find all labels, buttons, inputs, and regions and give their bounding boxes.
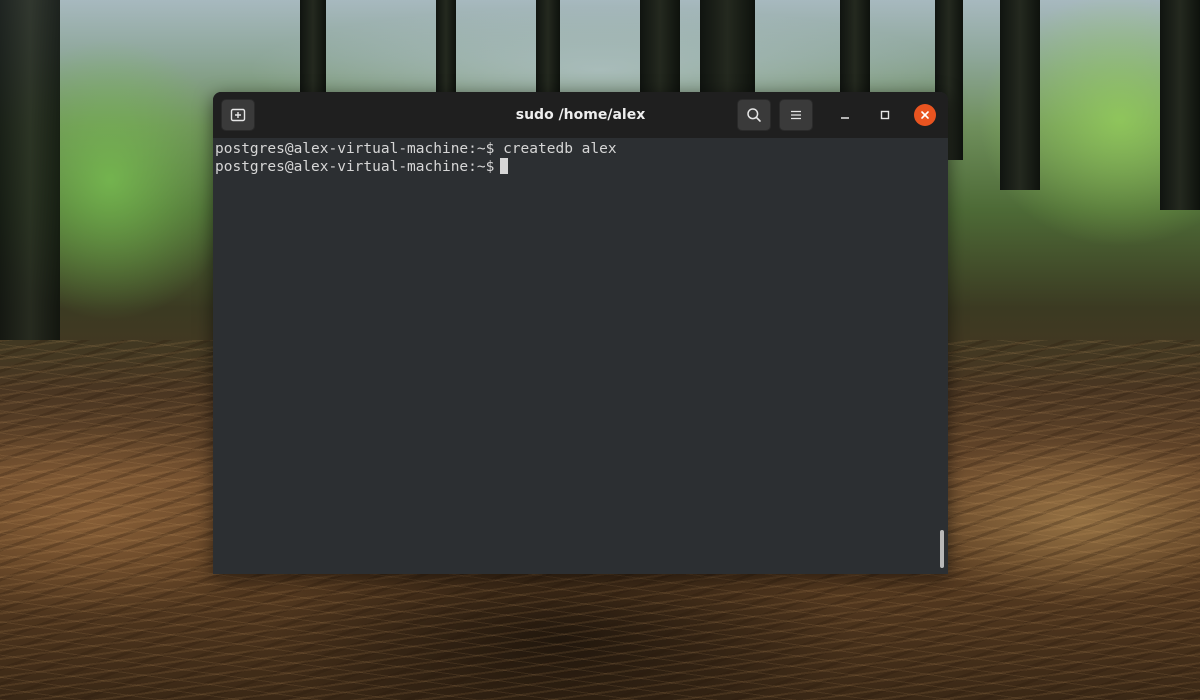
scrollbar-thumb[interactable] bbox=[940, 530, 944, 568]
shell-command: createdb alex bbox=[503, 141, 617, 157]
headerbar[interactable]: sudo /home/alex bbox=[213, 92, 948, 138]
maximize-button[interactable] bbox=[874, 104, 896, 126]
tree-trunk bbox=[300, 0, 326, 95]
tree-trunk bbox=[1160, 0, 1200, 210]
tree-trunk bbox=[0, 0, 60, 340]
tree-trunk bbox=[1000, 0, 1040, 190]
terminal-output[interactable]: postgres@alex-virtual-machine:~$ created… bbox=[213, 138, 948, 574]
tree-trunk bbox=[840, 0, 870, 95]
terminal-line: postgres@alex-virtual-machine:~$ created… bbox=[215, 140, 946, 158]
tree-trunk bbox=[436, 0, 456, 95]
shell-prompt: postgres@alex-virtual-machine:~$ bbox=[215, 159, 495, 175]
maximize-icon bbox=[879, 106, 891, 125]
hamburger-menu-icon bbox=[789, 108, 803, 122]
text-cursor bbox=[500, 158, 509, 174]
search-button[interactable] bbox=[737, 99, 771, 131]
terminal-window[interactable]: sudo /home/alex postgres@alex-virtual-ma… bbox=[213, 92, 948, 574]
shell-prompt: postgres@alex-virtual-machine:~$ bbox=[215, 141, 495, 157]
tree-trunk bbox=[536, 0, 560, 95]
terminal-line: postgres@alex-virtual-machine:~$ bbox=[215, 158, 946, 176]
close-button[interactable] bbox=[914, 104, 936, 126]
tree-trunk bbox=[640, 0, 680, 95]
close-icon bbox=[919, 106, 931, 125]
new-tab-icon bbox=[230, 107, 246, 123]
search-icon bbox=[746, 107, 762, 123]
tree-trunk bbox=[700, 0, 755, 95]
new-tab-button[interactable] bbox=[221, 99, 255, 131]
menu-button[interactable] bbox=[779, 99, 813, 131]
minimize-icon bbox=[839, 106, 851, 125]
minimize-button[interactable] bbox=[834, 104, 856, 126]
